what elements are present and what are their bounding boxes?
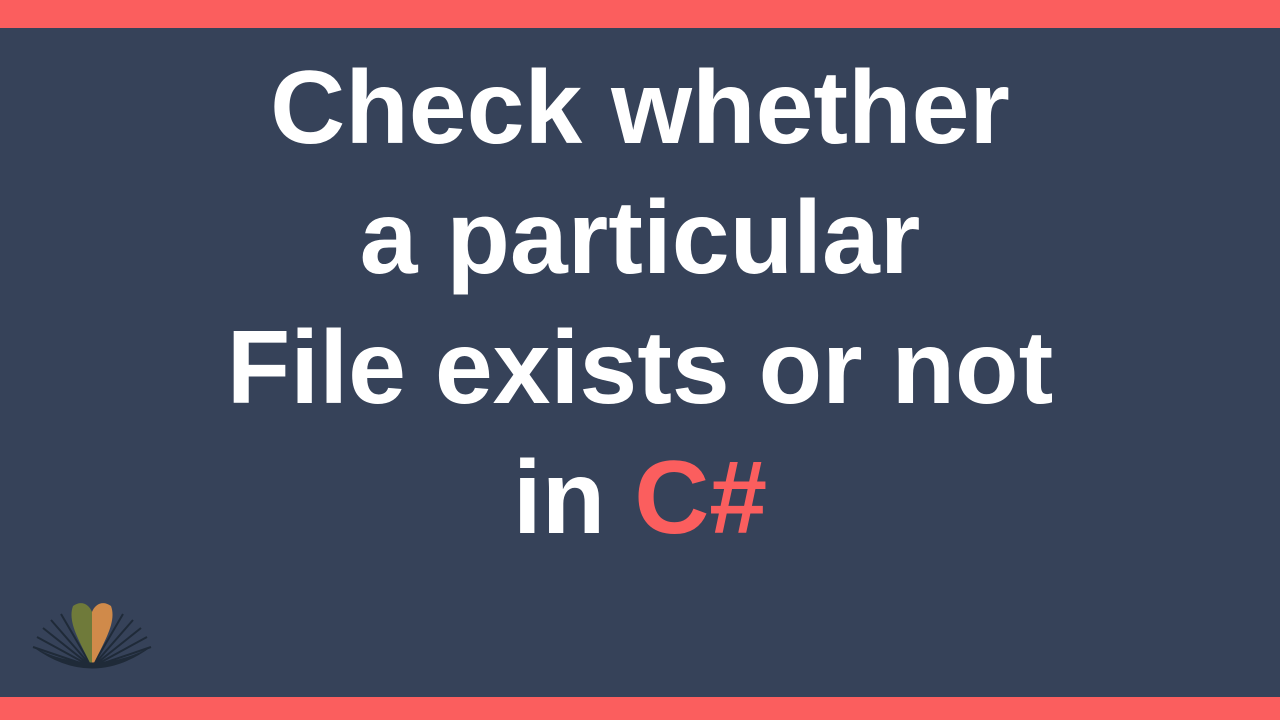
title-line-4: in C# bbox=[513, 433, 767, 563]
title-line-4-prefix: in bbox=[513, 440, 634, 556]
open-book-icon bbox=[25, 582, 160, 692]
title-card: Check whether a particular File exists o… bbox=[0, 28, 1280, 692]
title-line-1: Check whether bbox=[270, 43, 1010, 173]
bottom-accent-bar bbox=[0, 697, 1280, 720]
top-accent-bar bbox=[0, 0, 1280, 28]
title-line-2: a particular bbox=[360, 173, 921, 303]
title-highlight: C# bbox=[634, 440, 767, 556]
title-line-3: File exists or not bbox=[227, 303, 1053, 433]
